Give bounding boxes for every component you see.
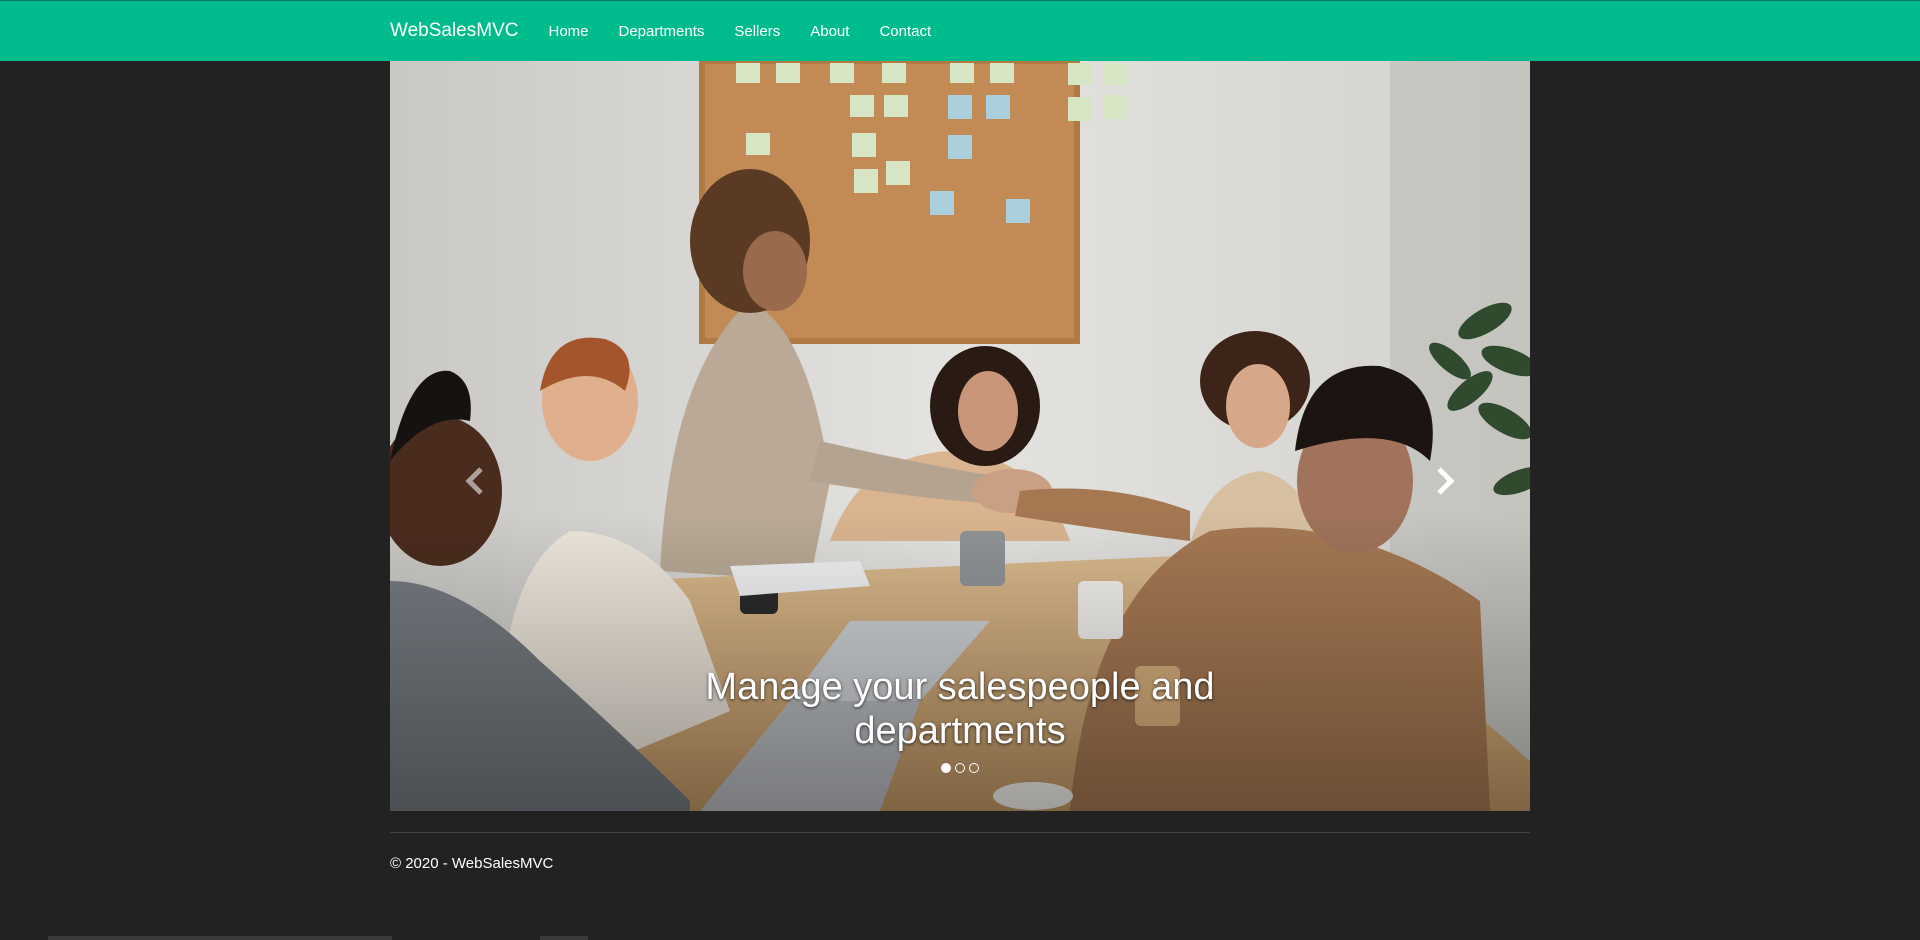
navbar: WebSalesMVC Home Departments Sellers Abo… [0, 0, 1920, 61]
carousel-indicator-3[interactable] [969, 763, 979, 773]
carousel-indicators [390, 763, 1530, 773]
nav-link-contact[interactable]: Contact [879, 23, 931, 40]
carousel-caption: Manage your salespeople and departments [390, 665, 1530, 753]
horizontal-scrollbar-thumb[interactable] [540, 936, 588, 940]
carousel-prev-button[interactable] [455, 461, 495, 501]
carousel-next-button[interactable] [1425, 461, 1465, 501]
hero-carousel: Manage your salespeople and departments [390, 61, 1530, 811]
nav-link-about[interactable]: About [810, 23, 849, 40]
chevron-right-icon [1437, 467, 1455, 495]
footer-divider [390, 832, 1530, 833]
brand-link[interactable]: WebSalesMVC [390, 20, 518, 42]
carousel-indicator-1[interactable] [941, 763, 951, 773]
chevron-left-icon [465, 467, 483, 495]
nav-link-sellers[interactable]: Sellers [734, 23, 780, 40]
carousel-caption-text: Manage your salespeople and departments [705, 666, 1215, 752]
nav-container: WebSalesMVC Home Departments Sellers Abo… [390, 1, 961, 61]
nav-link-home[interactable]: Home [548, 23, 588, 40]
nav-link-departments[interactable]: Departments [619, 23, 705, 40]
carousel-indicator-2[interactable] [955, 763, 965, 773]
footer-copyright: © 2020 - WebSalesMVC [390, 855, 554, 872]
horizontal-scrollbar[interactable] [48, 936, 392, 940]
